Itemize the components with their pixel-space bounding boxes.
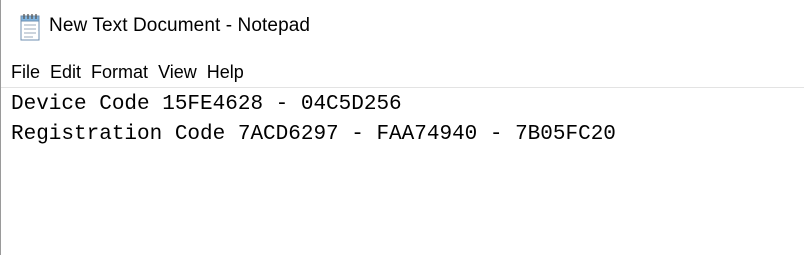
menu-file[interactable]: File	[1, 59, 45, 85]
notepad-window: New Text Document - Notepad File Edit Fo…	[0, 0, 804, 255]
title-bar[interactable]: New Text Document - Notepad	[1, 0, 804, 56]
editor-line-device-code: Device Code 15FE4628 - 04C5D256	[11, 93, 402, 116]
text-editor-area[interactable]: Device Code 15FE4628 - 04C5D256 Registra…	[1, 87, 804, 255]
menu-help[interactable]: Help	[202, 59, 249, 85]
notepad-icon	[19, 13, 41, 41]
editor-line-registration-code: Registration Code 7ACD6297 - FAA74940 - …	[11, 123, 616, 146]
menu-view[interactable]: View	[153, 59, 202, 85]
menu-edit[interactable]: Edit	[45, 59, 86, 85]
menu-bar: File Edit Format View Help	[1, 58, 804, 86]
window-title: New Text Document - Notepad	[49, 15, 311, 36]
menu-format[interactable]: Format	[86, 59, 153, 85]
